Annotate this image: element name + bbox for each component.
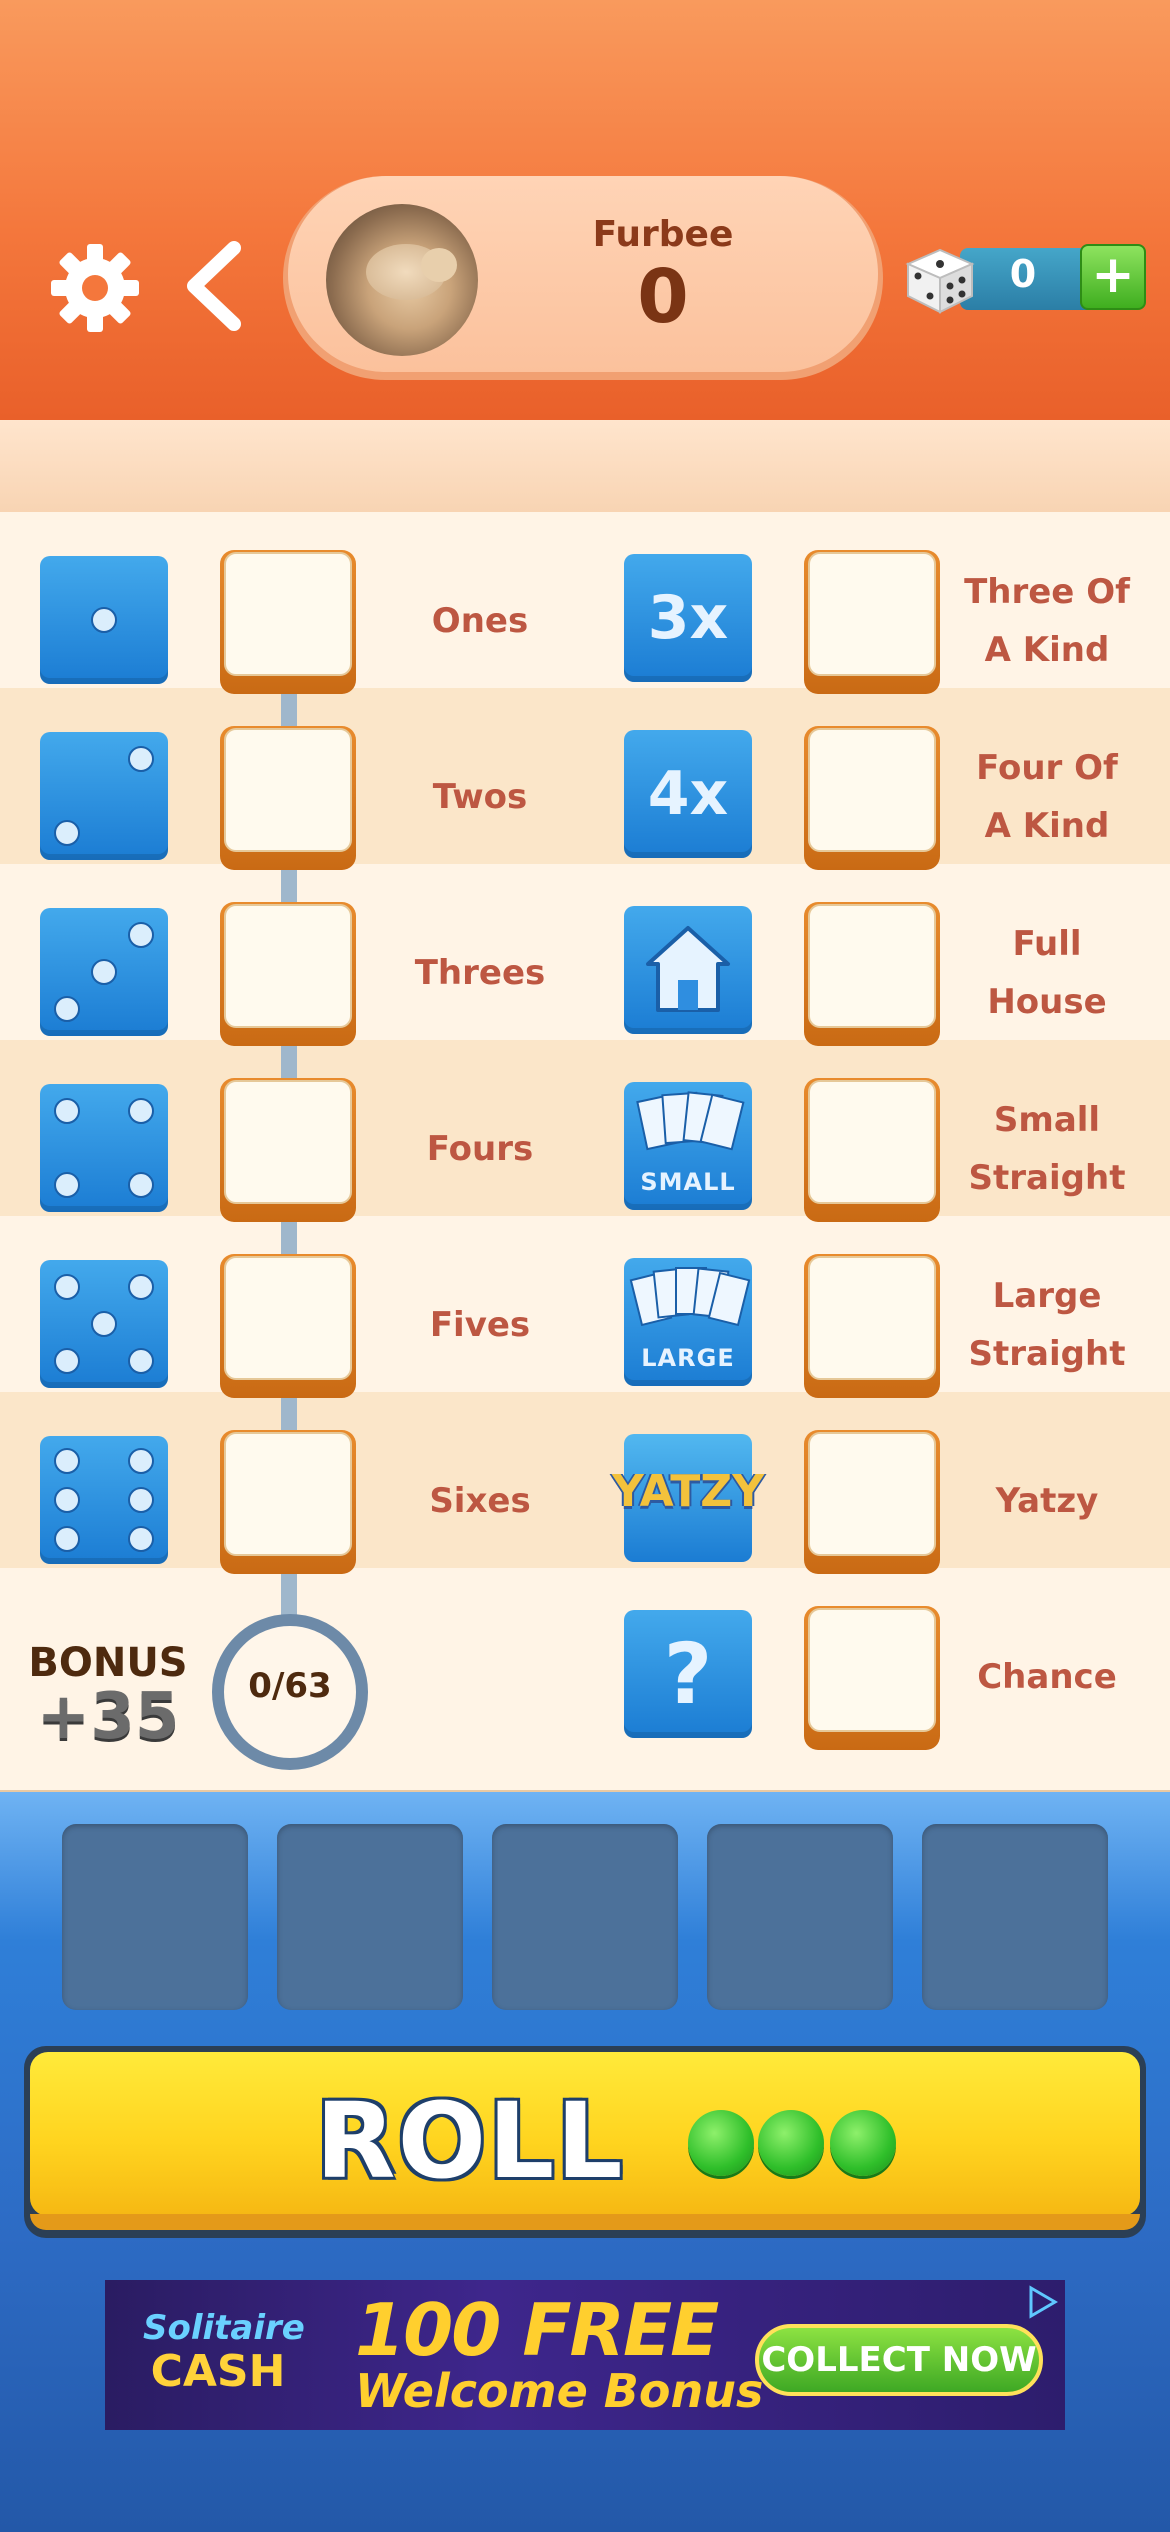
roll-remaining-indicator <box>758 2110 824 2176</box>
category-label-four-of-a-kind: Four Of A Kind <box>976 748 1118 846</box>
score-slot-large-straight[interactable] <box>804 1254 940 1398</box>
score-slot-full-house[interactable] <box>804 902 940 1046</box>
category-label-three-of-a-kind: Three Of A Kind <box>964 572 1130 670</box>
score-slot-four-of-a-kind[interactable] <box>804 726 940 870</box>
dice-slot-4[interactable] <box>707 1824 893 2010</box>
dice-slot-3[interactable] <box>492 1824 678 2010</box>
dice-currency: 0 + <box>900 244 1146 314</box>
large-straight-cards-icon: LARGE <box>624 1258 752 1386</box>
yatzy-icon: YATZY <box>612 1434 764 1562</box>
dice-currency-count: 0 <box>1009 252 1037 296</box>
ad-banner[interactable]: Solitaire CASH 100 FREE Welcome Bonus CO… <box>105 2280 1065 2430</box>
die-five-icon <box>40 1260 168 1388</box>
bonus-value: +35 <box>36 1680 180 1754</box>
dice-icon <box>905 248 975 314</box>
status-strip <box>0 420 1170 515</box>
category-label-yatzy: Yatzy <box>995 1481 1099 1521</box>
four-of-a-kind-icon: 4x <box>624 730 752 858</box>
category-label-twos: Twos <box>432 777 528 817</box>
score-slot-twos[interactable] <box>220 726 356 870</box>
dice-slot-5[interactable] <box>922 1824 1108 2010</box>
category-label-sixes: Sixes <box>429 1481 531 1521</box>
score-slot-fives[interactable] <box>220 1254 356 1398</box>
ad-choices-icon[interactable] <box>1023 2284 1059 2320</box>
category-label-chance: Chance <box>977 1657 1117 1697</box>
dice-slot-2[interactable] <box>277 1824 463 2010</box>
roll-label: ROLL <box>315 2080 625 2202</box>
back-arrow-icon[interactable] <box>180 236 250 336</box>
add-dice-button[interactable]: + <box>1080 244 1146 310</box>
avatar <box>326 204 478 356</box>
category-label-fours: Fours <box>426 1129 534 1169</box>
top-bar: Furbee 0 0 + <box>0 0 1170 420</box>
score-slot-ones[interactable] <box>220 550 356 694</box>
roll-remaining-indicator <box>830 2110 896 2176</box>
die-six-icon <box>40 1436 168 1564</box>
house-icon <box>624 906 752 1034</box>
score-slot-three-of-a-kind[interactable] <box>804 550 940 694</box>
ad-collect-button[interactable]: COLLECT NOW <box>755 2324 1043 2396</box>
score-slot-fours[interactable] <box>220 1078 356 1222</box>
ad-subline: Welcome Bonus <box>355 2364 764 2418</box>
category-label-ones: Ones <box>431 601 529 641</box>
small-straight-cards-icon: SMALL <box>624 1082 752 1210</box>
score-slot-yatzy[interactable] <box>804 1430 940 1574</box>
die-two-icon <box>40 732 168 860</box>
ad-brand-line1: Solitaire <box>143 2308 305 2348</box>
category-label-full-house: Full House <box>987 924 1107 1022</box>
ad-headline: 100 FREE <box>355 2288 719 2372</box>
dice-slot-1[interactable] <box>62 1824 248 2010</box>
score-slot-sixes[interactable] <box>220 1430 356 1574</box>
player-card: Furbee 0 <box>283 176 883 380</box>
die-three-icon <box>40 908 168 1036</box>
die-four-icon <box>40 1084 168 1212</box>
ad-brand-line2: CASH <box>150 2346 286 2397</box>
score-slot-small-straight[interactable] <box>804 1078 940 1222</box>
gear-icon[interactable] <box>45 238 145 338</box>
player-name: Furbee <box>592 214 734 255</box>
score-slot-chance[interactable] <box>804 1606 940 1750</box>
player-score: 0 <box>637 254 689 340</box>
category-label-small-straight: Small Straight <box>968 1100 1126 1198</box>
category-label-fives: Fives <box>429 1305 531 1345</box>
question-mark-icon: ? <box>624 1610 752 1738</box>
category-label-large-straight: Large Straight <box>968 1276 1126 1374</box>
score-slot-threes[interactable] <box>220 902 356 1046</box>
roll-remaining-indicator <box>688 2110 754 2176</box>
die-one-icon <box>40 556 168 684</box>
bonus-progress: 0/63 <box>248 1666 332 1706</box>
three-of-a-kind-icon: 3x <box>624 554 752 682</box>
category-label-threes: Threes <box>414 953 546 993</box>
